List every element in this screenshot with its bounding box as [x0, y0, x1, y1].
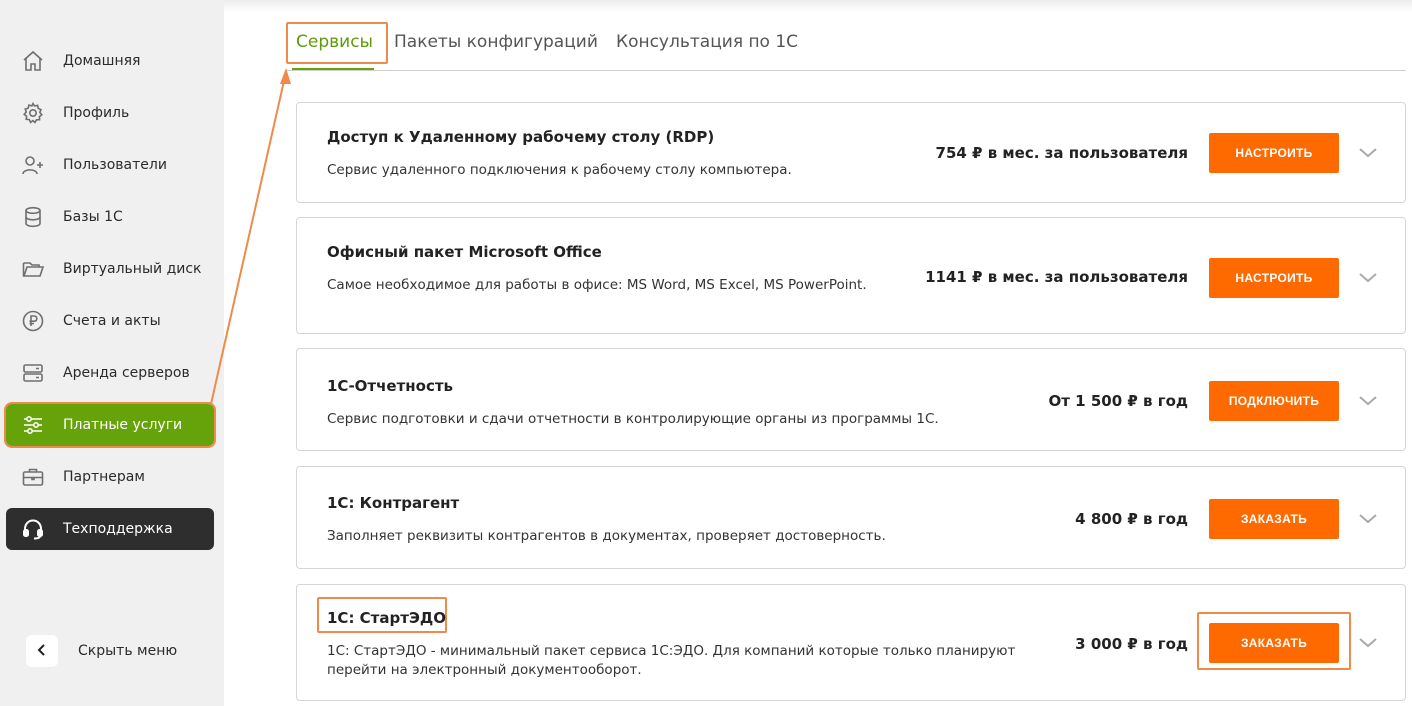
chevron-down-icon[interactable] — [1359, 147, 1377, 159]
service-card-rdp: Доступ к Удаленному рабочему столу (RDP)… — [296, 102, 1406, 203]
hide-menu-toggle[interactable]: Скрыть меню — [26, 635, 177, 667]
service-description: Сервис подготовки и сдачи отчетности в к… — [327, 411, 939, 427]
sidebar-item-label: Счета и акты — [63, 313, 161, 329]
chevron-down-icon[interactable] — [1359, 395, 1377, 407]
sidebar-item-home[interactable]: Домашняя — [6, 40, 214, 82]
tab-config-packages[interactable]: Пакеты конфигураций — [394, 32, 598, 52]
headset-icon — [20, 516, 46, 542]
sidebar-item-label: Платные услуги — [63, 417, 183, 433]
chevron-down-icon[interactable] — [1359, 272, 1377, 284]
service-card-1c-reporting: 1С-Отчетность Сервис подготовки и сдачи … — [296, 348, 1406, 451]
configure-button[interactable]: НАСТРОИТЬ — [1209, 258, 1339, 298]
chevron-left-icon — [36, 642, 48, 661]
service-price: 754 ₽ в мес. за пользователя — [935, 144, 1188, 162]
sidebar-item-virtual-disk[interactable]: Виртуальный диск — [6, 248, 214, 290]
sidebar-item-label: Виртуальный диск — [63, 261, 202, 277]
sidebar-item-label: Партнерам — [63, 469, 145, 485]
sidebar-item-partners[interactable]: Партнерам — [6, 456, 214, 498]
chevron-down-icon[interactable] — [1359, 513, 1377, 525]
connect-button[interactable]: ПОДКЛЮЧИТЬ — [1209, 381, 1339, 421]
tab-services[interactable]: Сервисы — [296, 32, 373, 52]
sidebar-item-label: Техподдержка — [63, 521, 173, 537]
sliders-icon — [20, 412, 46, 438]
configure-button[interactable]: НАСТРОИТЬ — [1209, 133, 1339, 173]
service-title: Офисный пакет Microsoft Office — [327, 243, 602, 261]
sidebar-item-label: Пользователи — [63, 157, 167, 173]
sidebar-item-label: Аренда серверов — [63, 365, 190, 381]
service-title: 1С-Отчетность — [327, 377, 454, 395]
sidebar-item-paid-services[interactable]: Платные услуги — [4, 402, 216, 448]
folder-icon — [20, 256, 46, 282]
service-title: Доступ к Удаленному рабочему столу (RDP) — [327, 128, 715, 146]
tab-divider — [286, 70, 1406, 71]
service-card-ms-office: Офисный пакет Microsoft Office Самое нео… — [296, 217, 1406, 334]
sidebar-item-label: Домашняя — [63, 53, 141, 69]
service-price: 1141 ₽ в мес. за пользователя — [925, 268, 1188, 286]
sidebar-item-invoices[interactable]: Счета и акты — [6, 300, 214, 342]
hide-menu-label: Скрыть меню — [78, 643, 178, 659]
service-description: 1С: СтартЭДО - минимальный пакет сервиса… — [327, 643, 1016, 678]
sidebar-item-databases[interactable]: Базы 1С — [6, 196, 214, 238]
sidebar-item-users[interactable]: Пользователи — [6, 144, 214, 186]
gear-icon — [20, 100, 46, 126]
sidebar-item-label: Базы 1С — [63, 209, 123, 225]
service-price: 4 800 ₽ в год — [1075, 510, 1188, 528]
service-description: Заполняет реквизиты контрагентов в докум… — [327, 528, 886, 544]
order-button[interactable]: ЗАКАЗАТЬ — [1209, 499, 1339, 539]
service-title: 1С: СтартЭДО — [327, 609, 447, 627]
sidebar-item-profile[interactable]: Профиль — [6, 92, 214, 134]
home-icon — [20, 48, 46, 74]
top-shadow — [224, 0, 1412, 12]
service-price: От 1 500 ₽ в год — [1048, 392, 1189, 410]
service-card-1c-startedo: 1С: СтартЭДО 1С: СтартЭДО - минимальный … — [296, 584, 1406, 701]
sidebar-item-support[interactable]: Техподдержка — [6, 508, 214, 550]
service-card-1c-kontragent: 1С: Контрагент Заполняет реквизиты контр… — [296, 466, 1406, 569]
user-add-icon — [20, 152, 46, 178]
sidebar-item-label: Профиль — [63, 105, 130, 121]
database-icon — [20, 204, 46, 230]
briefcase-icon — [20, 464, 46, 490]
service-description: Самое необходимое для работы в офисе: MS… — [327, 277, 867, 293]
tab-bar: Сервисы Пакеты конфигураций Консультация… — [286, 20, 1406, 72]
service-price: 3 000 ₽ в год — [1075, 635, 1188, 653]
ruble-icon — [20, 308, 46, 334]
order-button[interactable]: ЗАКАЗАТЬ — [1209, 623, 1339, 663]
collapse-button[interactable] — [26, 635, 58, 667]
sidebar: Домашняя Профиль Пользователи Базы 1С Ви… — [0, 0, 224, 706]
chevron-down-icon[interactable] — [1359, 637, 1377, 649]
service-title: 1С: Контрагент — [327, 494, 460, 512]
server-icon — [20, 360, 46, 386]
service-description: Сервис удаленного подключения к рабочему… — [327, 162, 792, 178]
sidebar-item-servers[interactable]: Аренда серверов — [6, 352, 214, 394]
tab-1c-consulting[interactable]: Консультация по 1С — [616, 32, 798, 52]
